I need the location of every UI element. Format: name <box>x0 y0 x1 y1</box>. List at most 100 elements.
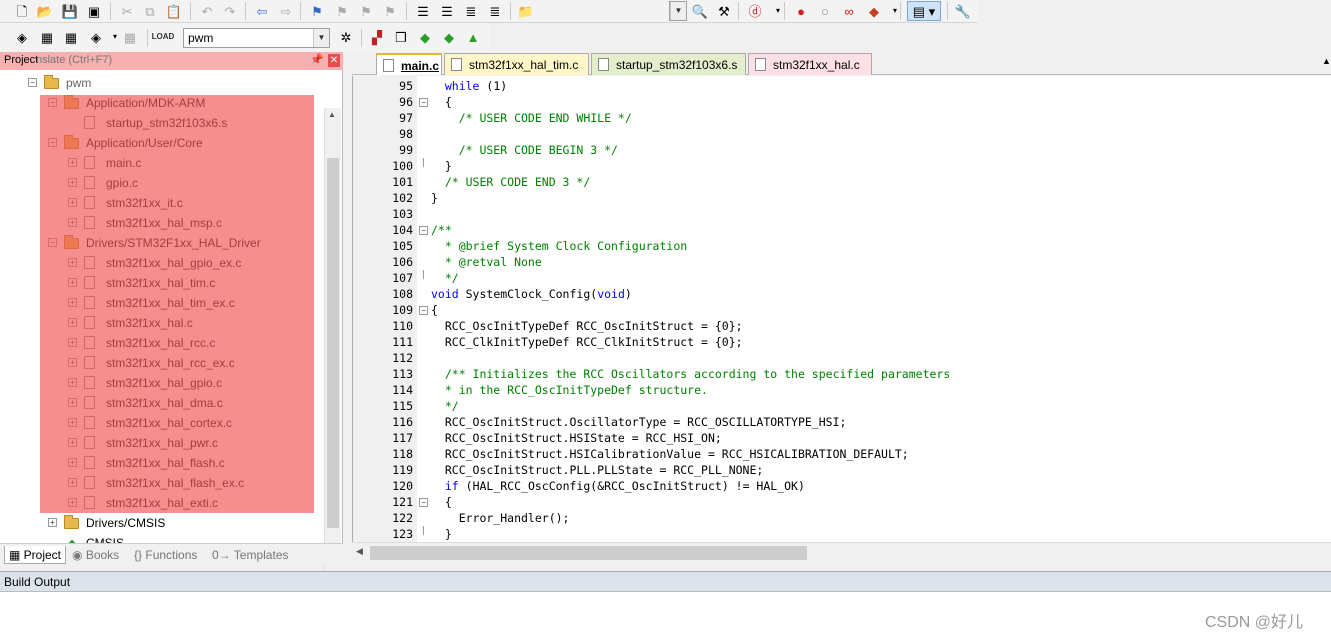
manage-components-icon[interactable]: ▞ <box>367 27 387 47</box>
code-line[interactable]: Error_Handler(); <box>431 510 570 526</box>
save-icon[interactable]: 💾 <box>60 1 80 21</box>
window-layout-button[interactable]: ▤ ▾ <box>907 1 941 21</box>
unindent-icon[interactable]: ☰ <box>437 1 457 21</box>
breakpoint-disable-icon[interactable]: ○ <box>815 1 835 21</box>
code-line[interactable]: * @brief System Clock Configuration <box>431 238 687 254</box>
code-line[interactable]: } <box>431 526 452 542</box>
tab-main-c[interactable]: main.c <box>376 53 442 75</box>
tab-books[interactable]: ◉ Books <box>72 546 119 564</box>
breakpoint-settings-icon[interactable]: ◆ <box>864 1 884 21</box>
find-in-files-icon[interactable]: 📁 <box>516 1 536 21</box>
code-line[interactable]: { <box>431 494 452 510</box>
indent-icon[interactable]: ☰ <box>413 1 433 21</box>
save-all-icon[interactable]: ▣ <box>84 1 104 21</box>
tree-item-label: Drivers/CMSIS <box>86 516 166 530</box>
project-search-hint[interactable]: nslate (Ctrl+F7) <box>36 54 112 66</box>
download-icon[interactable]: LOAD <box>152 27 175 47</box>
fold-toggle-icon[interactable]: − <box>419 98 428 107</box>
tab-stm32f1xx-hal-tim[interactable]: stm32f1xx_hal_tim.c <box>444 53 589 75</box>
code-line[interactable]: RCC_OscInitStruct.HSICalibrationValue = … <box>431 446 909 462</box>
debug-session-icon[interactable]: ⓓ <box>745 1 765 21</box>
pin-icon[interactable]: 📌 <box>310 53 324 66</box>
code-line[interactable]: RCC_OscInitStruct.PLL.PLLState = RCC_PLL… <box>431 462 764 478</box>
find-combo[interactable]: ▼ <box>669 1 687 21</box>
code-line[interactable]: while (1) <box>431 78 507 94</box>
tab-startup-stm32f103x6[interactable]: startup_stm32f103x6.s <box>591 53 746 75</box>
code-line[interactable]: RCC_OscInitStruct.OscillatorType = RCC_O… <box>431 414 847 430</box>
tree-group-item[interactable]: − pwm <box>0 73 322 93</box>
redo-icon[interactable]: ↷ <box>220 1 240 21</box>
select-packs-icon[interactable]: ◆ <box>415 27 435 47</box>
code-line[interactable]: { <box>431 302 438 318</box>
tab-functions[interactable]: {} Functions <box>134 546 197 564</box>
run-time-environment-icon[interactable]: ▲ <box>463 27 483 47</box>
tab-project[interactable]: ▦ Project <box>4 546 67 564</box>
code-line[interactable]: */ <box>431 398 459 414</box>
fold-toggle-icon[interactable]: − <box>419 498 428 507</box>
breakpoint-kill-icon[interactable]: ∞ <box>839 1 859 21</box>
code-line[interactable]: RCC_ClkInitTypeDef RCC_ClkInitStruct = {… <box>431 334 743 350</box>
new-file-icon[interactable]: 🗋 <box>12 1 32 21</box>
code-line[interactable]: } <box>431 190 438 206</box>
comment-icon[interactable]: ≣ <box>461 1 481 21</box>
uncomment-icon[interactable]: ≣ <box>485 1 505 21</box>
clear-bookmarks-icon[interactable]: ⚑ <box>380 1 400 21</box>
code-line[interactable]: /* USER CODE END 3 */ <box>431 174 590 190</box>
fold-toggle-icon[interactable]: − <box>419 226 428 235</box>
fold-toggle-icon[interactable]: − <box>419 306 428 315</box>
rebuild-icon[interactable]: ▦ <box>61 27 81 47</box>
tab-templates[interactable]: 0→ Templates <box>212 546 289 564</box>
prev-bookmark-icon[interactable]: ⚑ <box>332 1 352 21</box>
stop-build-icon[interactable]: ▦ <box>120 27 140 47</box>
code-line[interactable]: RCC_OscInitTypeDef RCC_OscInitStruct = {… <box>431 318 743 334</box>
tab-scroll-icon[interactable]: ▲ <box>1322 56 1331 66</box>
batch-build-icon[interactable]: ◈ <box>86 27 106 47</box>
file-extensions-icon[interactable]: ❒ <box>391 27 411 47</box>
code-line[interactable]: * in the RCC_OscInitTypeDef structure. <box>431 382 708 398</box>
code-line[interactable]: void SystemClock_Config(void) <box>431 286 632 302</box>
scrollbar-thumb[interactable] <box>370 546 807 560</box>
expand-icon[interactable]: + <box>48 518 57 527</box>
next-bookmark-icon[interactable]: ⚑ <box>356 1 376 21</box>
editor-h-scrollbar[interactable]: ◀ <box>352 542 1331 562</box>
open-folder-icon[interactable]: 📂 <box>35 1 55 21</box>
scroll-up-icon[interactable]: ▲ <box>328 110 336 119</box>
breakpoint-insert-icon[interactable]: ● <box>791 1 811 21</box>
code-line[interactable]: /* USER CODE BEGIN 3 */ <box>431 142 618 158</box>
paste-icon[interactable]: 📋 <box>164 1 184 21</box>
target-select[interactable]: pwm ▼ <box>183 28 330 48</box>
code-line[interactable]: /* USER CODE END WHILE */ <box>431 110 632 126</box>
project-scrollbar[interactable]: ▲ ▼ <box>324 108 341 594</box>
nav-forward-icon[interactable]: ⇨ <box>276 1 296 21</box>
scrollbar-thumb[interactable] <box>327 158 339 528</box>
bookmark-icon[interactable]: ⚑ <box>307 1 327 21</box>
cut-icon[interactable]: ✂ <box>117 1 137 21</box>
translate-icon[interactable]: ◈ <box>12 27 32 47</box>
chevron-down-icon[interactable]: ▾ <box>768 1 788 21</box>
chevron-down-icon[interactable]: ▾ <box>885 1 905 21</box>
code-line[interactable]: if (HAL_RCC_OscConfig(&RCC_OscInitStruct… <box>431 478 805 494</box>
code-line[interactable]: /** Initializes the RCC Oscillators acco… <box>431 366 950 382</box>
code-line[interactable]: } <box>431 158 452 174</box>
collapse-icon[interactable]: − <box>28 78 37 87</box>
code-line[interactable]: */ <box>431 270 459 286</box>
code-line[interactable]: RCC_OscInitStruct.HSIState = RCC_HSI_ON; <box>431 430 722 446</box>
code-line[interactable]: { <box>431 94 452 110</box>
find-icon[interactable]: 🔍 <box>690 1 710 21</box>
tab-stm32f1xx-hal[interactable]: stm32f1xx_hal.c <box>748 53 872 75</box>
nav-back-icon[interactable]: ⇦ <box>252 1 272 21</box>
code-line[interactable]: /** <box>431 222 452 238</box>
scroll-left-icon[interactable]: ◀ <box>356 546 363 557</box>
close-icon[interactable]: ✕ <box>328 54 340 67</box>
tree-group-item[interactable]: + Drivers/CMSIS <box>0 513 322 533</box>
copy-icon[interactable]: ⧉ <box>140 1 160 21</box>
build-icon[interactable]: ▦ <box>37 27 57 47</box>
target-options-icon[interactable]: ✲ <box>336 27 356 47</box>
undo-icon[interactable]: ↶ <box>197 1 217 21</box>
code-line[interactable]: * @retval None <box>431 254 542 270</box>
configure-icon[interactable]: 🔧 <box>953 1 973 21</box>
pack-installer-icon[interactable]: ◆ <box>439 27 459 47</box>
code-editor[interactable]: 95 96−97 98 99 100 101 102 103 104−105 106 107 108 1… <box>352 76 1331 542</box>
incremental-find-icon[interactable]: ⚒ <box>714 1 734 21</box>
build-output-pane[interactable] <box>0 591 1331 636</box>
